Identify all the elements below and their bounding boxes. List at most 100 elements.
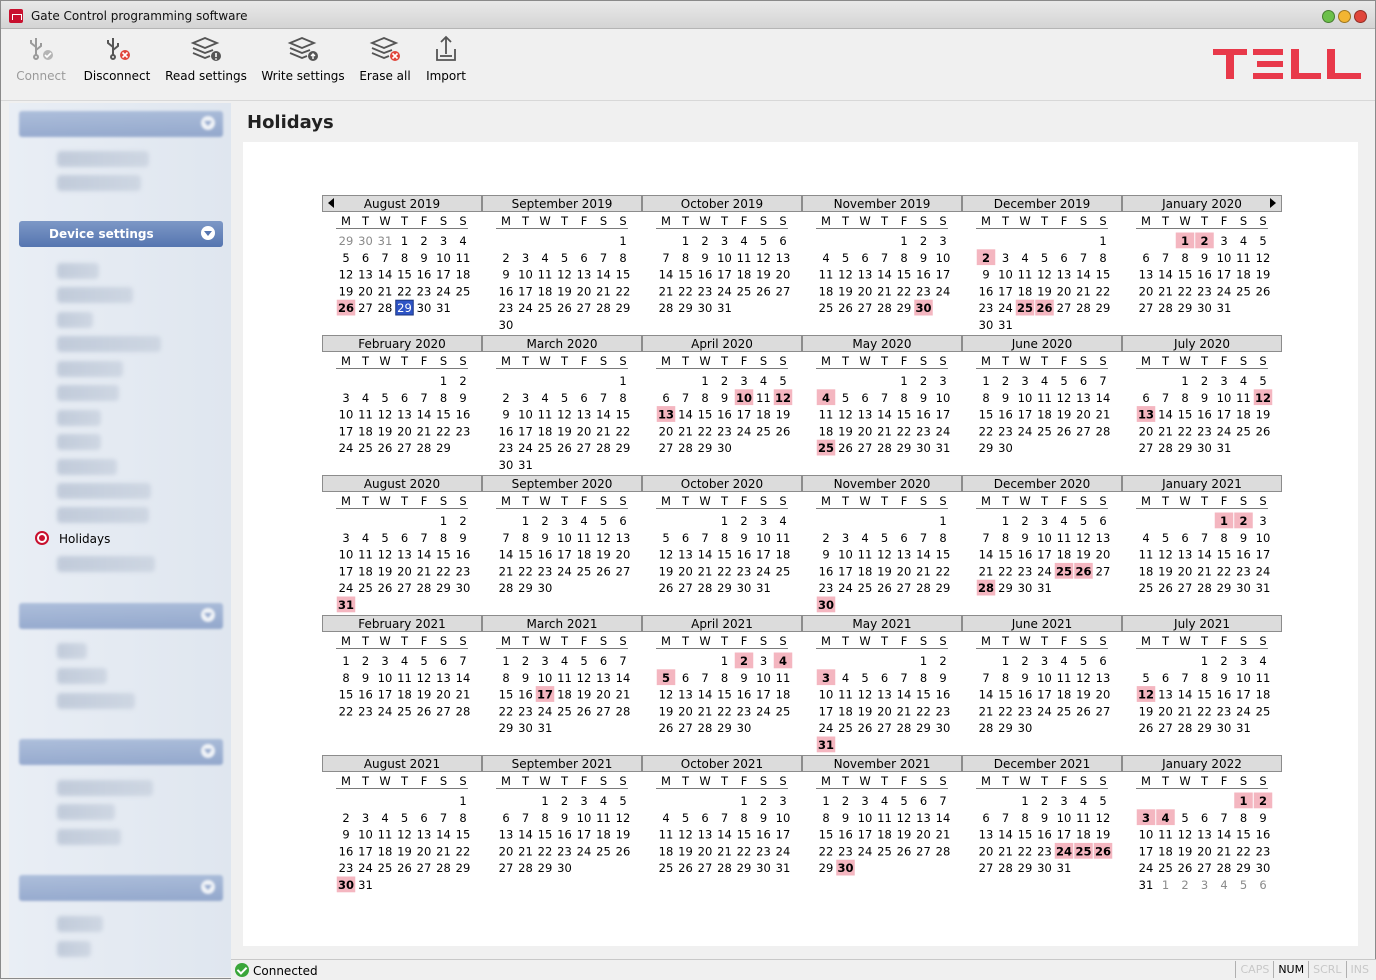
calendar-day[interactable]: 5 [842,251,849,265]
calendar-day[interactable]: 21 [499,564,514,578]
calendar-day[interactable]: 19 [1178,844,1193,858]
calendar-day[interactable]: 26 [417,704,432,718]
calendar-day[interactable]: 13 [577,408,592,422]
calendar-day[interactable]: 9 [939,671,946,685]
calendar-day[interactable]: 23 [417,284,432,298]
calendar-day[interactable]: 20 [1076,408,1091,422]
calendar-day[interactable]: 19 [1139,704,1154,718]
calendar-day[interactable]: 7 [701,671,708,685]
calendar-day[interactable]: 28 [436,861,451,875]
calendar-day[interactable]: 18 [776,688,791,702]
calendar-day[interactable]: 25 [1139,581,1154,595]
calendar-day[interactable]: 22 [1178,284,1193,298]
calendar-day[interactable]: 3 [1041,654,1048,668]
calendar-day[interactable]: 20 [698,844,713,858]
calendar-day[interactable]: 30 [417,301,432,315]
holiday-day[interactable]: 4 [779,654,787,668]
calendar-day[interactable]: 24 [1217,284,1232,298]
calendar-day[interactable]: 11 [877,811,892,825]
calendar-day[interactable]: 6 [580,391,587,405]
calendar-day[interactable]: 23 [717,424,732,438]
calendar-day[interactable]: 11 [1057,531,1072,545]
holiday-day[interactable]: 5 [662,671,670,685]
calendar-day[interactable]: 7 [982,531,989,545]
calendar-day[interactable]: 28 [1076,301,1091,315]
calendar-day[interactable]: 25 [538,441,553,455]
calendar-day[interactable]: 14 [616,671,631,685]
calendar-day[interactable]: 29 [518,581,533,595]
calendar-day[interactable]: 18 [456,268,471,282]
calendar-day[interactable]: 26 [596,564,611,578]
calendar-day[interactable]: 1 [682,234,689,248]
calendar-day[interactable]: 21 [436,844,451,858]
calendar-day[interactable]: 19 [557,424,572,438]
calendar-day[interactable]: 13 [358,268,373,282]
calendar-day[interactable]: 27 [916,844,931,858]
holiday-day[interactable]: 31 [338,598,354,612]
calendar-day[interactable]: 3 [381,654,388,668]
calendar-day[interactable]: 6 [401,391,408,405]
calendar-day[interactable]: 3 [939,234,946,248]
calendar-day[interactable]: 14 [596,268,611,282]
calendar-day[interactable]: 25 [456,284,471,298]
calendar-day[interactable]: 17 [858,828,873,842]
calendar-day[interactable]: 2 [1002,374,1009,388]
calendar-day[interactable]: 14 [897,688,912,702]
calendar-day[interactable]: 3 [1220,374,1227,388]
holiday-day[interactable]: 26 [1036,301,1052,315]
calendar-day[interactable]: 12 [378,408,393,422]
calendar-day[interactable]: 20 [858,284,873,298]
calendar-day[interactable]: 14 [1178,688,1193,702]
calendar-day[interactable]: 8 [619,391,626,405]
calendar-day[interactable]: 27 [1139,301,1154,315]
calendar-day[interactable]: 20 [1096,688,1111,702]
sidebar-item[interactable] [57,780,153,796]
calendar-day[interactable]: 16 [456,548,471,562]
calendar-day[interactable]: 19 [397,844,412,858]
sidebar-item[interactable] [57,916,103,932]
calendar-day[interactable]: 24 [936,424,951,438]
calendar-day[interactable]: 23 [1236,564,1251,578]
calendar-day[interactable]: 26 [877,581,892,595]
calendar-day[interactable]: 29 [897,301,912,315]
sidebar-section-header[interactable] [19,111,223,137]
calendar-day[interactable]: 30 [1236,581,1251,595]
calendar-day[interactable]: 23 [737,564,752,578]
calendar-day[interactable]: 7 [1162,391,1169,405]
calendar-day[interactable]: 20 [436,688,451,702]
calendar-day[interactable]: 17 [557,548,572,562]
calendar-day[interactable]: 7 [920,531,927,545]
calendar-day[interactable]: 21 [456,688,471,702]
calendar-day[interactable]: 19 [378,564,393,578]
calendar-day[interactable]: 9 [1259,811,1266,825]
calendar-day[interactable]: 8 [701,391,708,405]
calendar-day[interactable]: 22 [1018,844,1033,858]
calendar-day[interactable]: 6 [600,654,607,668]
calendar-day[interactable]: 27 [858,441,873,455]
calendar-day[interactable]: 17 [756,688,771,702]
calendar-day[interactable]: 11 [1076,811,1091,825]
calendar-day[interactable]: 15 [1096,268,1111,282]
calendar-day[interactable]: 31 [1139,878,1154,892]
calendar-day[interactable]: 30 [499,318,514,332]
calendar-day[interactable]: 16 [916,408,931,422]
calendar-day[interactable]: 11 [358,408,373,422]
calendar-day[interactable]: 23 [1037,844,1052,858]
calendar-day[interactable]: 20 [1139,284,1154,298]
calendar-day[interactable]: 24 [998,301,1013,315]
calendar-day[interactable]: 26 [659,721,674,735]
calendar-day[interactable]: 22 [1178,424,1193,438]
calendar-day[interactable]: 19 [1057,408,1072,422]
calendar-day[interactable]: 25 [756,424,771,438]
calendar-day[interactable]: 4 [362,531,369,545]
calendar-day[interactable]: 27 [1158,721,1173,735]
calendar-day[interactable]: 2 [822,531,829,545]
calendar-day[interactable]: 29 [819,861,834,875]
calendar-day[interactable]: 12 [1076,531,1091,545]
calendar-day[interactable]: 27 [678,721,693,735]
calendar-day[interactable]: 26 [838,441,853,455]
calendar-day[interactable]: 27 [397,581,412,595]
calendar-day[interactable]: 13 [397,408,412,422]
calendar-day[interactable]: 11 [1236,251,1251,265]
calendar-day[interactable]: 8 [900,251,907,265]
